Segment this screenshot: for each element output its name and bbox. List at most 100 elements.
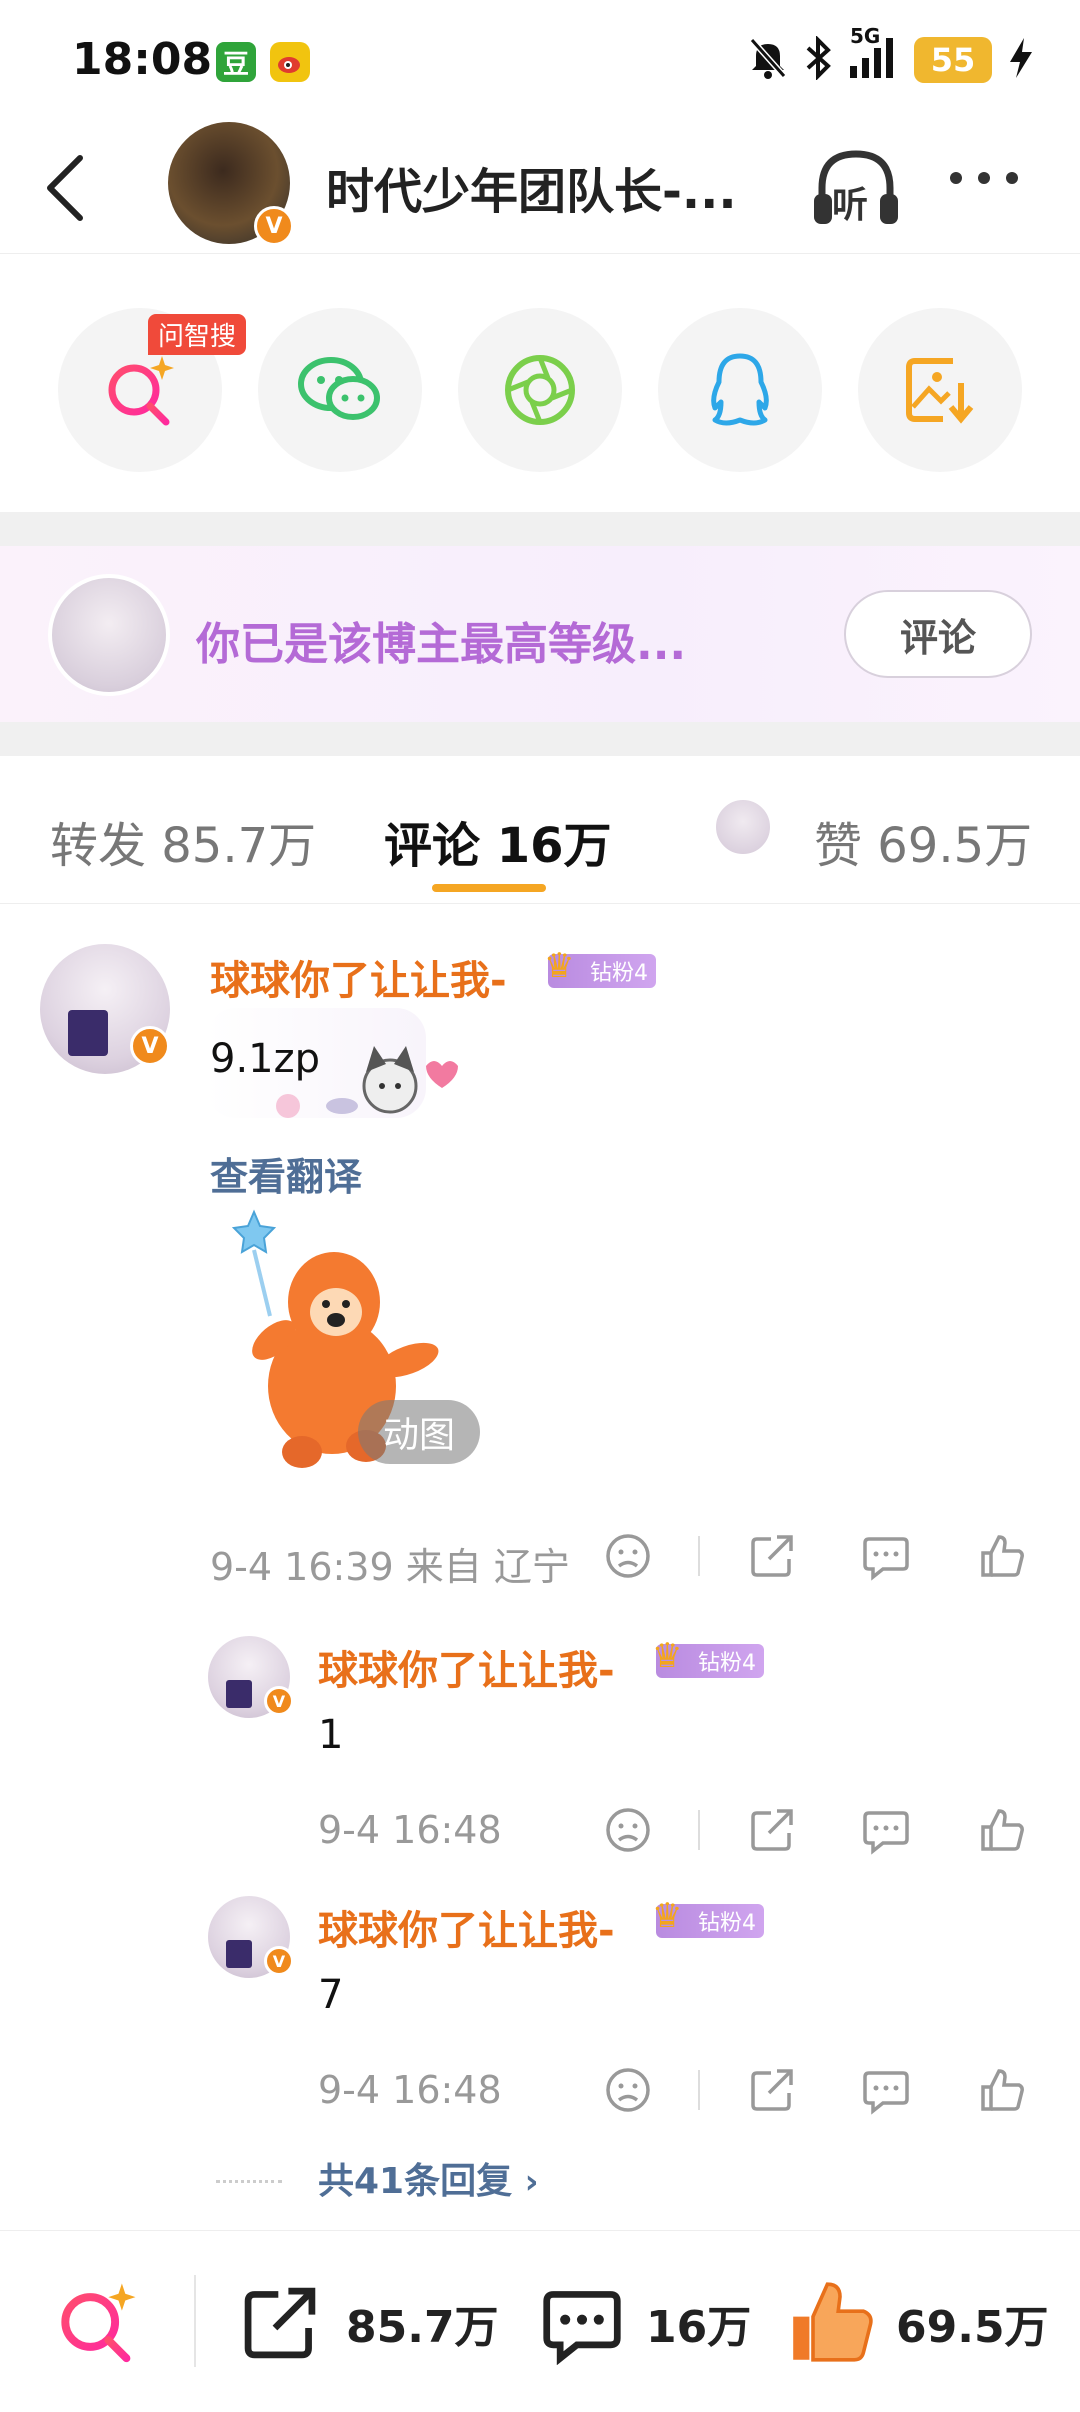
liker-avatar	[714, 798, 772, 856]
charging-icon	[1008, 36, 1034, 84]
fan-badge: ♛ 钻粉4	[652, 1896, 764, 1938]
comment-icon	[863, 2071, 909, 2115]
repost-comment-button[interactable]	[744, 2062, 800, 2118]
crown-icon: ♛	[544, 946, 575, 986]
chevron-left-icon	[47, 155, 83, 221]
reply-author[interactable]: 球球你了让让我-	[318, 1638, 615, 1696]
battery-indicator: 55	[914, 37, 992, 83]
reply-button[interactable]	[858, 2062, 914, 2118]
like-button[interactable]	[974, 2062, 1030, 2118]
reply-avatar[interactable]: V	[208, 1636, 294, 1718]
listen-button[interactable]: 听	[808, 142, 904, 236]
tab-like[interactable]: 赞 69.5万	[814, 806, 1032, 876]
thumbs-up-icon	[981, 1809, 1024, 1851]
reply-text: 1	[318, 1712, 344, 1758]
view-translation-link[interactable]: 查看翻译	[210, 1146, 362, 1201]
tab-repost[interactable]: 转发 85.7万	[50, 806, 316, 876]
divider	[698, 1810, 700, 1850]
comment-button[interactable]: 评论	[844, 590, 1032, 678]
dislike-button[interactable]	[600, 1528, 656, 1584]
gif-label: 动图	[358, 1400, 480, 1464]
fan-badge-label: 钻粉4	[698, 1911, 756, 1936]
share-icon	[751, 1809, 793, 1851]
blogger-avatar[interactable]: V	[168, 122, 294, 246]
comment-bottom-button[interactable]	[540, 2281, 624, 2369]
share-icon	[751, 1535, 793, 1577]
zhisou-icon	[108, 356, 174, 426]
fan-badge-label: 钻粉4	[590, 961, 648, 986]
thumbs-up-icon	[981, 1535, 1024, 1577]
post-tabs: 转发 85.7万 评论 16万 赞 69.5万	[0, 756, 1080, 904]
wechat-share-button[interactable]	[258, 308, 422, 472]
divider	[698, 1536, 700, 1576]
verified-badge-icon: V	[264, 1686, 294, 1716]
active-tab-indicator	[432, 884, 546, 892]
listen-label: 听	[832, 185, 869, 226]
divider	[698, 2070, 700, 2110]
signal-icon: 5G	[848, 24, 898, 84]
sad-face-icon	[606, 1534, 650, 1578]
reply-button[interactable]	[858, 1528, 914, 1584]
dislike-button[interactable]	[600, 1802, 656, 1858]
dislike-button[interactable]	[600, 2062, 656, 2118]
page-title[interactable]: 时代少年团队长-...	[326, 152, 737, 222]
view-all-replies-link[interactable]: 共41条回复 ›	[318, 2152, 539, 2204]
comment-time-location: 9-4 16:39 来自 辽宁	[210, 1545, 570, 1589]
thumbs-up-filled-icon	[793, 2282, 873, 2362]
thumbs-up-icon	[981, 2069, 1024, 2111]
zhisou-button[interactable]	[54, 2279, 140, 2369]
douban-app-icon: 豆	[216, 42, 256, 82]
share-icon	[244, 2287, 316, 2359]
repost-comment-button[interactable]	[744, 1802, 800, 1858]
divider	[0, 512, 1080, 546]
reply-author[interactable]: 球球你了让让我-	[318, 1898, 615, 1956]
like-button[interactable]	[974, 1802, 1030, 1858]
repost-comment-button[interactable]	[744, 1528, 800, 1584]
more-button[interactable]	[950, 172, 1018, 184]
crown-icon: ♛	[652, 1636, 683, 1676]
comment-icon	[863, 1811, 909, 1855]
repost-button[interactable]	[238, 2281, 322, 2369]
fan-badge: ♛ 钻粉4	[544, 946, 656, 988]
zhisou-share-button[interactable]: 问智搜	[58, 308, 247, 472]
status-time: 18:08	[72, 34, 213, 85]
bluetooth-icon	[804, 35, 832, 84]
fan-badge: ♛ 钻粉4	[652, 1636, 764, 1678]
repost-count[interactable]: 85.7万	[346, 2291, 499, 2355]
share-row: 问智搜	[58, 308, 1022, 472]
mute-icon	[748, 36, 788, 84]
save-image-button[interactable]	[858, 308, 1022, 472]
qq-icon	[711, 353, 769, 426]
wechat-icon	[298, 357, 380, 420]
like-bottom-button[interactable]	[786, 2277, 876, 2371]
fan-level-banner: 你已是该博主最高等级... 评论	[0, 546, 1080, 722]
bottom-action-bar: 85.7万 16万 69.5万	[0, 2230, 1080, 2412]
comment-author[interactable]: 球球你了让让我-	[210, 948, 507, 1006]
like-button[interactable]	[974, 1528, 1030, 1584]
reply-button[interactable]	[858, 1802, 914, 1858]
reply-text: 7	[318, 1972, 344, 2018]
fan-level-text: 你已是该博主最高等级...	[196, 619, 687, 670]
commenter-avatar[interactable]: V	[40, 944, 170, 1074]
comment-count[interactable]: 16万	[646, 2291, 751, 2355]
moments-share-button[interactable]	[458, 308, 622, 472]
reply-time: 9-4 16:48	[318, 1808, 502, 1852]
sad-face-icon	[606, 1808, 650, 1852]
tab-comment[interactable]: 评论 16万	[384, 806, 612, 876]
like-count[interactable]: 69.5万	[896, 2291, 1049, 2355]
verified-badge-icon: V	[264, 1946, 294, 1976]
user-avatar	[48, 574, 170, 696]
sad-face-icon	[606, 2068, 650, 2112]
status-bar: 18:08 豆 5G 55	[0, 0, 1080, 120]
divider	[194, 2275, 196, 2367]
comment-icon	[543, 2291, 621, 2366]
comment-icon	[863, 1537, 909, 1581]
fan-badge-label: 钻粉4	[698, 1651, 756, 1676]
share-icon	[751, 2069, 793, 2111]
post-header: V 时代少年团队长-... 听	[0, 120, 1080, 254]
more-replies-label: 共41条回复	[318, 2161, 513, 2202]
qq-share-button[interactable]	[658, 308, 822, 472]
reply-avatar[interactable]: V	[208, 1896, 294, 1978]
save-image-icon	[906, 358, 974, 424]
back-button[interactable]	[40, 148, 90, 232]
